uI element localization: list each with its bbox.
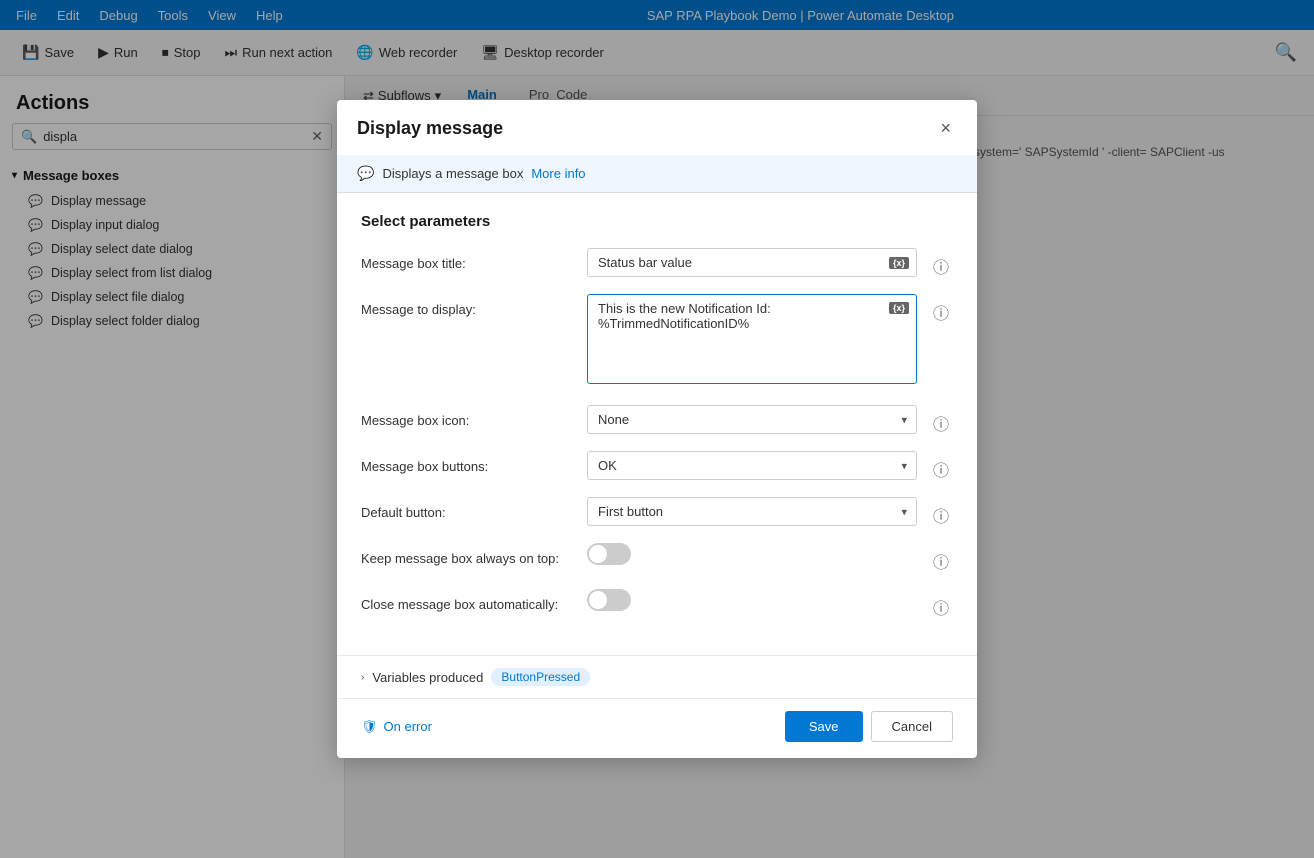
- close-auto-knob: [589, 591, 607, 609]
- msg-title-clear-btn[interactable]: {x}: [889, 257, 909, 269]
- modal-header: Display message ×: [337, 100, 977, 155]
- msg-icon-info-icon[interactable]: ⓘ: [933, 405, 953, 435]
- modal-close-button[interactable]: ×: [934, 116, 957, 141]
- info-text: Displays a message box: [382, 166, 523, 181]
- variables-badge: ButtonPressed: [491, 668, 590, 686]
- keep-top-toggle-wrapper: [587, 543, 917, 565]
- variables-section: › Variables produced ButtonPressed: [337, 655, 977, 698]
- on-error-label: On error: [384, 719, 432, 734]
- keep-top-toggle[interactable]: [587, 543, 631, 565]
- variables-chevron-icon: ›: [361, 672, 364, 683]
- default-btn-info-icon[interactable]: ⓘ: [933, 497, 953, 527]
- info-bubble-icon: 💬: [357, 165, 374, 182]
- param-row-msg-title: Message box title: {x} ⓘ: [361, 248, 953, 278]
- shield-icon: 🛡: [361, 719, 378, 735]
- msg-display-clear-btn[interactable]: {x}: [889, 302, 909, 314]
- msg-icon-select[interactable]: None: [587, 405, 917, 434]
- on-error-button[interactable]: 🛡 On error: [361, 719, 432, 735]
- msg-title-info-icon[interactable]: ⓘ: [933, 248, 953, 278]
- param-row-msg-display: Message to display: This is the new Noti…: [361, 294, 953, 389]
- msg-display-label: Message to display:: [361, 294, 571, 317]
- close-auto-toggle[interactable]: [587, 589, 631, 611]
- footer-actions: Save Cancel: [785, 711, 953, 742]
- msg-display-info-icon[interactable]: ⓘ: [933, 294, 953, 324]
- modal-cancel-button[interactable]: Cancel: [871, 711, 953, 742]
- msg-icon-select-wrapper: None ▾: [587, 405, 917, 434]
- msg-display-textarea[interactable]: This is the new Notification Id: %Trimme…: [587, 294, 917, 384]
- modal-body: Select parameters Message box title: {x}…: [337, 193, 977, 655]
- close-auto-toggle-wrapper: [587, 589, 917, 611]
- keep-top-info-icon[interactable]: ⓘ: [933, 543, 953, 573]
- msg-title-label: Message box title:: [361, 248, 571, 271]
- msg-title-input[interactable]: [587, 248, 917, 277]
- modal-save-button[interactable]: Save: [785, 711, 863, 742]
- variables-label: Variables produced: [372, 670, 483, 685]
- msg-display-control: This is the new Notification Id: %Trimme…: [587, 294, 917, 389]
- keep-top-knob: [589, 545, 607, 563]
- param-row-close-auto: Close message box automatically: ⓘ: [361, 589, 953, 619]
- msg-title-control: {x}: [587, 248, 917, 277]
- param-row-keep-top: Keep message box always on top: ⓘ: [361, 543, 953, 573]
- close-auto-info-icon[interactable]: ⓘ: [933, 589, 953, 619]
- msg-buttons-select-wrapper: OK ▾: [587, 451, 917, 480]
- default-btn-label: Default button:: [361, 497, 571, 520]
- default-btn-select-wrapper: First button ▾: [587, 497, 917, 526]
- default-btn-select[interactable]: First button: [587, 497, 917, 526]
- modal-overlay[interactable]: Display message × 💬 Displays a message b…: [0, 0, 1314, 858]
- more-info-link[interactable]: More info: [531, 166, 585, 181]
- variables-header[interactable]: › Variables produced ButtonPressed: [361, 668, 953, 686]
- msg-buttons-label: Message box buttons:: [361, 451, 571, 474]
- msg-icon-label: Message box icon:: [361, 405, 571, 428]
- display-message-modal: Display message × 💬 Displays a message b…: [337, 100, 977, 758]
- modal-info-bar: 💬 Displays a message box More info: [337, 155, 977, 193]
- msg-buttons-select[interactable]: OK: [587, 451, 917, 480]
- modal-title: Display message: [357, 118, 503, 139]
- param-row-msg-icon: Message box icon: None ▾ ⓘ: [361, 405, 953, 435]
- modal-footer: 🛡 On error Save Cancel: [337, 698, 977, 758]
- close-auto-label: Close message box automatically:: [361, 589, 571, 612]
- keep-top-label: Keep message box always on top:: [361, 543, 571, 566]
- params-title: Select parameters: [361, 213, 953, 230]
- param-row-msg-buttons: Message box buttons: OK ▾ ⓘ: [361, 451, 953, 481]
- msg-buttons-info-icon[interactable]: ⓘ: [933, 451, 953, 481]
- param-row-default-btn: Default button: First button ▾ ⓘ: [361, 497, 953, 527]
